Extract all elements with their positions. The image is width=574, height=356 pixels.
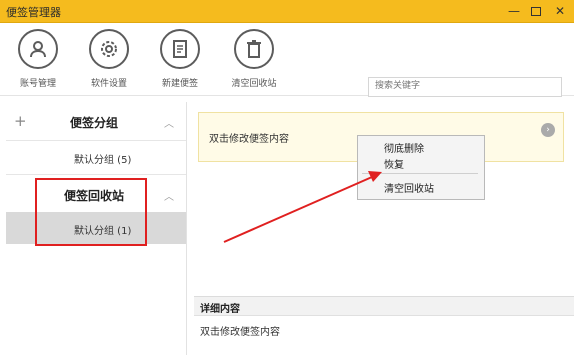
search-input[interactable] (369, 78, 561, 94)
context-menu: 彻底删除 恢复 清空回收站 (357, 135, 485, 200)
group-header-notes[interactable]: + 便签分组 ︿ (6, 102, 186, 141)
add-group-button[interactable]: + (14, 112, 27, 130)
sidebar-item-label: 默认分组 (5) (74, 155, 132, 166)
menu-divider (362, 173, 478, 174)
user-icon (18, 29, 58, 69)
window-title: 便签管理器 (6, 6, 61, 19)
software-settings-button[interactable]: 软件设置 (79, 29, 139, 89)
trash-icon (234, 29, 274, 69)
empty-recycle-bin-label: 清空回收站 (231, 79, 277, 89)
chevron-up-icon[interactable]: ︿ (164, 115, 174, 130)
detail-title: 详细内容 (200, 304, 240, 315)
empty-recycle-bin-button[interactable]: 清空回收站 (224, 29, 284, 89)
sidebar-item-default-group[interactable]: 默认分组 (5) (6, 141, 186, 173)
new-note-label: 新建便签 (161, 79, 198, 89)
new-note-button[interactable]: 新建便签 (150, 29, 210, 89)
note-text: 双击修改便签内容 (209, 134, 289, 145)
menu-item-empty-recycle-bin[interactable]: 清空回收站 (384, 180, 434, 195)
minimize-button[interactable]: — (504, 2, 524, 20)
gear-icon (89, 29, 129, 69)
maximize-button[interactable] (526, 2, 546, 20)
chevron-right-icon[interactable]: › (541, 123, 555, 137)
group-name: 便签分组 (70, 116, 119, 130)
detail-pane: 详细内容 双击修改便签内容 (194, 296, 574, 356)
annotation-highlight-box (35, 178, 147, 246)
close-button[interactable]: ✕ (550, 2, 570, 20)
toolbar: 账号管理 软件设置 新建便签 清空回收站 (0, 23, 574, 97)
menu-item-restore[interactable]: 恢复 (384, 156, 404, 171)
software-settings-label: 软件设置 (90, 79, 127, 89)
detail-content[interactable]: 双击修改便签内容 (200, 323, 280, 338)
title-bar: 便签管理器 — ✕ (0, 0, 574, 23)
search-box[interactable] (368, 77, 562, 97)
account-manage-button[interactable]: 账号管理 (8, 29, 68, 89)
new-note-icon (160, 29, 200, 69)
chevron-up-icon[interactable]: ︿ (164, 188, 174, 203)
menu-item-delete-permanently[interactable]: 彻底删除 (384, 140, 424, 155)
maximize-icon (531, 7, 541, 16)
account-manage-label: 账号管理 (19, 79, 56, 89)
detail-header: 详细内容 (194, 297, 574, 316)
